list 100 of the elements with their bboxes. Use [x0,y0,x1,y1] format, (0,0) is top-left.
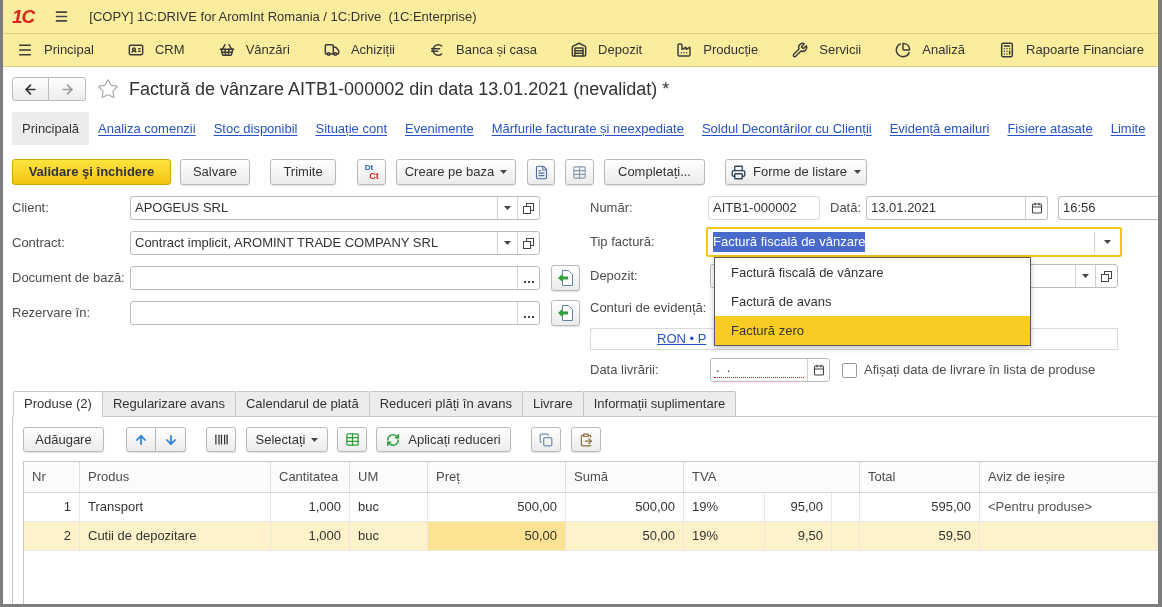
form-section-link[interactable]: Limite [1101,112,1155,145]
column-header: Cantitatea [271,462,350,492]
apply-discounts-button[interactable]: Aplicați reduceri [376,427,511,452]
select-field[interactable]: APOGEUS SRL [130,196,540,220]
section-menu-item[interactable]: Depozit [571,40,643,60]
tab[interactable]: Calendarul de plată [234,391,370,417]
caret-icon [1082,274,1089,278]
section-menu-item[interactable]: Rapoarte Financiare [999,40,1144,60]
barcode-button[interactable] [206,427,236,452]
table-cell: <Pentru produse> [980,493,1158,521]
form-section-link[interactable]: Fisiere atasate [998,112,1102,145]
select-field[interactable]: Contract implicit, AROMINT TRADE COMPANY SRL [130,231,540,255]
tab[interactable]: Regularizare avans [101,391,236,417]
truck-icon [323,42,340,58]
factory-icon [676,42,693,58]
document-arrow-icon [557,270,574,286]
table-cell: 2 [24,522,80,550]
field-label: Client: [12,199,50,218]
accounts-link[interactable]: RON • P [657,329,707,349]
dropdown-option[interactable]: Factură de avans [715,287,1030,316]
tab[interactable]: Produse (2) [13,391,103,417]
clipboard-icon [579,432,593,447]
table-cell: Transport [80,493,271,521]
document-button[interactable] [527,159,555,185]
app-logo: 1C [12,7,35,26]
field-label: Rezervare în: [12,304,92,323]
tab[interactable]: Reduceri plăți în avans [368,391,523,417]
table-row[interactable]: 1 Transport 1,000 buc 500,00 500,00 19% 95,00 595,00 <Pentru produse> [24,493,1158,522]
form-section-link[interactable]: Evidență emailuri [880,112,999,145]
save-button[interactable]: Salvare [180,159,250,185]
move-down-button[interactable] [156,427,186,452]
tab[interactable]: Informații suplimentare [582,391,737,417]
input-field[interactable]: AITB1-000002 [708,196,820,220]
form-section-link[interactable]: Soldul Decontărilor cu Clienții [692,112,881,145]
document-title: Factură de vânzare AITB1-000002 din data 13.01.2021 (nevalidat) * [129,77,670,101]
print-forms-button[interactable]: Forme de listare [725,159,867,185]
table-cell: Cutii de depozitare [80,522,271,550]
input-field[interactable] [130,266,540,290]
paste-button[interactable] [571,427,601,452]
field-label: Număr: [590,199,634,218]
field-label: Depozit: [590,267,639,286]
date-field[interactable]: 13.01.2021 [866,196,1048,220]
checkbox[interactable] [842,362,857,378]
dropdown-option[interactable]: Factură fiscală de vânzare [715,258,1030,287]
fill-from-document-button[interactable] [551,300,580,326]
menu-icon[interactable] [54,9,70,24]
dropdown-option[interactable]: Factură zero [715,316,1030,345]
barcode-icon [213,432,229,447]
fill-button[interactable]: Completați... [604,159,705,185]
table-cell: 19% [684,493,765,521]
tab[interactable]: Livrare [521,391,584,417]
form-section-link[interactable]: Principală [12,112,90,145]
table-icon [344,432,360,447]
column-header: Sumă [566,462,684,492]
caret-icon [853,170,861,174]
form-section-link[interactable]: Mărfurile facturate și neexpediate [482,112,693,145]
column-header: Produs [80,462,271,492]
section-menu-item[interactable]: Principal [17,40,94,60]
copy-button[interactable] [531,427,561,452]
back-button[interactable] [12,77,49,101]
caret-icon [504,206,511,210]
add-button[interactable]: Adăugare [23,427,104,452]
table-cell: 1 [24,493,80,521]
arrow-left-icon [23,81,38,97]
section-menu-item[interactable]: Producție [676,40,759,60]
section-menu-item[interactable]: Vânzări [218,40,290,60]
table-cell: 95,00 [765,493,832,521]
table-settings-button[interactable] [337,427,367,452]
form-section-link[interactable]: Stoc disponibil [204,112,307,145]
table-cell: buc [350,493,428,521]
create-based-on-button[interactable]: Creare pe baza [396,159,516,185]
table-button[interactable] [565,159,594,185]
fill-from-document-button[interactable] [551,265,580,291]
section-menu-item[interactable]: CRM [127,40,185,60]
field-label: Data livrării: [590,361,660,380]
section-menu-item[interactable]: Banca și casa [429,40,537,60]
copy-icon [539,432,553,447]
column-header: Preț [428,462,566,492]
section-menu-item[interactable]: Achiziții [323,40,395,60]
time-field[interactable]: 16:56 [1058,196,1158,220]
validate-and-close-button[interactable]: Validare şi închidere [12,159,171,185]
open-icon [523,202,534,214]
debit-credit-button[interactable]: Dt Ct [357,159,386,185]
table-cell: 1,000 [271,522,350,550]
move-up-button[interactable] [126,427,156,452]
form-section-link[interactable]: Analiza comenzii [89,112,205,145]
input-field[interactable] [130,301,540,325]
select-button[interactable]: Selectați [246,427,328,452]
send-button[interactable]: Trimite [270,159,336,185]
form-section-link[interactable]: Situație cont [306,112,396,145]
id-card-icon [127,42,144,58]
field-label: Dată: [830,199,863,218]
table-row[interactable]: 2 Cutii de depozitare 1,000 buc 50,00 50,00 19% 9,50 59,50 [24,522,1158,551]
form-section-link[interactable]: Evenimente [396,112,483,145]
section-menu-item[interactable]: Servicii [792,40,862,60]
refresh-icon [386,432,401,447]
field-label: Tip factură: [590,233,656,252]
star-icon[interactable] [97,78,119,100]
date-field[interactable]: . . [710,358,830,382]
section-menu-item[interactable]: Analiză [895,40,965,60]
